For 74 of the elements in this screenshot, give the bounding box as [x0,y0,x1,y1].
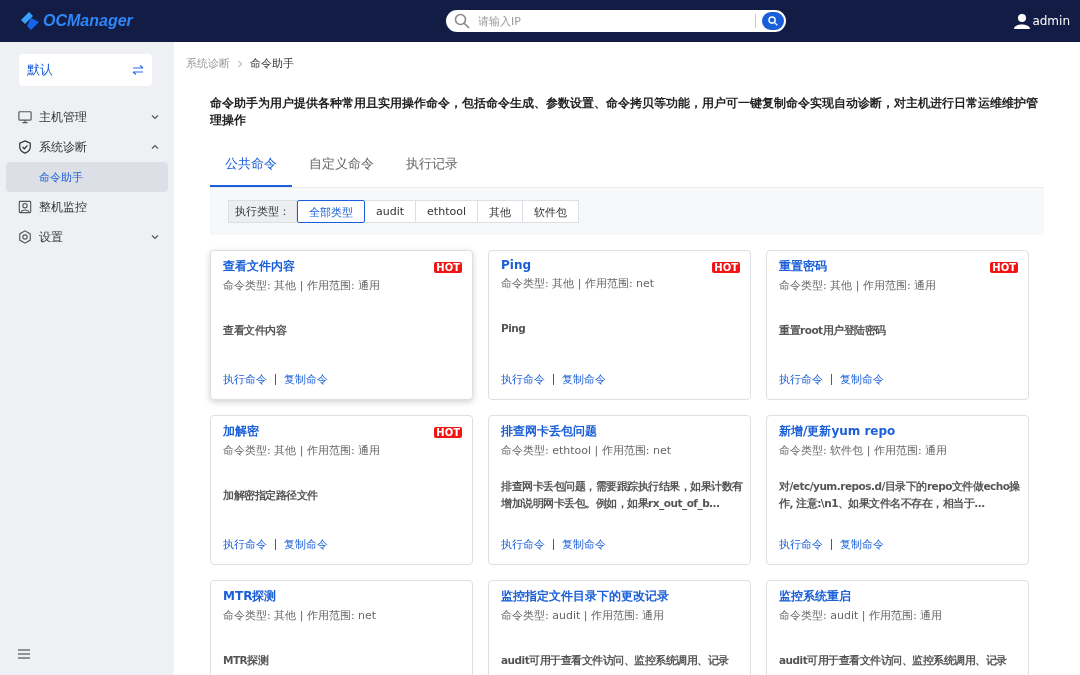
tab[interactable]: 自定义命令 [294,145,389,187]
card-description: Ping [501,320,526,336]
nav-subitem[interactable]: 命令助手 [6,162,168,192]
card-action-link[interactable]: 执行命令 [501,537,545,552]
card-title[interactable]: 查看文件内容 [223,258,295,275]
settings-icon [18,230,32,244]
card-meta: 命令类型: 其他 | 作用范围: net [223,608,378,623]
card-action-link[interactable]: 执行命令 [501,372,545,387]
filter-option[interactable]: 全部类型 [297,200,365,223]
search-icon [454,13,470,29]
search-button[interactable] [762,12,784,30]
card-action-link[interactable]: 复制命令 [840,537,884,552]
card-action-link[interactable]: 复制命令 [284,372,328,387]
search-field[interactable]: 请输入IP [446,10,786,32]
filter-option[interactable]: ethtool [416,200,478,223]
hot-badge: HOT [434,262,462,273]
hot-badge: HOT [990,262,1018,273]
shield-check-icon [18,140,32,154]
logo-icon [20,11,40,31]
card-title[interactable]: 监控系统重启 [779,588,851,605]
card-description: 重置root用户登陆密码 [779,322,886,338]
card-description: 加解密指定路径文件 [223,487,318,503]
card-action-link[interactable]: 复制命令 [284,537,328,552]
nav-item[interactable]: 设置 [0,222,174,252]
card-action-link[interactable]: 执行命令 [779,372,823,387]
app-logo: OCManager [43,12,133,30]
swap-icon [132,64,144,76]
nav-item[interactable]: 整机监控 [0,192,174,222]
breadcrumb-item: 命令助手 [250,56,294,71]
card-meta: 命令类型: 其他 | 作用范围: net [501,276,656,291]
card-action-link[interactable]: 复制命令 [840,372,884,387]
portrait-icon [18,200,32,214]
card-title[interactable]: Ping [501,258,532,272]
card-meta: 命令类型: audit | 作用范围: 通用 [779,608,944,623]
card-meta: 命令类型: 其他 | 作用范围: 通用 [779,278,938,293]
card-meta: 命令类型: 其他 | 作用范围: 通用 [223,278,382,293]
card-title[interactable]: 排查网卡丢包问题 [501,423,597,440]
nav-item[interactable]: 系统诊断 [0,132,174,162]
card-description: audit可用于查看文件访问、监控系统调用、记录 [501,652,729,668]
card-title[interactable]: 加解密 [223,423,259,440]
card-action-link[interactable]: 执行命令 [223,537,267,552]
monitor-icon [18,110,32,124]
filter-option[interactable]: 其他 [477,200,523,223]
card-meta: 命令类型: audit | 作用范围: 通用 [501,608,666,623]
card-description: 查看文件内容 [223,322,286,338]
card-title[interactable]: MTR探测 [223,588,277,605]
filter-option[interactable]: 软件包 [522,200,579,223]
workspace-switcher[interactable]: 默认 [19,54,152,86]
user-icon [1014,13,1031,29]
chevron-right-icon [236,59,244,68]
hot-badge: HOT [434,427,462,438]
card-action-link[interactable]: 复制命令 [562,372,606,387]
user-name[interactable]: admin [1032,14,1070,28]
tab[interactable]: 执行记录 [391,145,473,187]
card-meta: 命令类型: ethtool | 作用范围: net [501,443,673,458]
filter-label: 执行类型： [228,200,297,223]
card-description: MTR探测 [223,652,269,668]
card-action-link[interactable]: 执行命令 [779,537,823,552]
card-title[interactable]: 监控指定文件目录下的更改记录 [501,588,669,605]
card-meta: 命令类型: 其他 | 作用范围: 通用 [223,443,382,458]
card-description: audit可用于查看文件访问、监控系统调用、记录 [779,652,1007,668]
card-description: 对/etc/yum.repos.d/目录下的repo文件做echo操作, 注意:\n1、如果文件名不存在，相当于… [779,479,1021,511]
card-title[interactable]: 重置密码 [779,258,827,275]
card-meta: 命令类型: 软件包 | 作用范围: 通用 [779,443,949,458]
hot-badge: HOT [712,262,740,273]
nav-item[interactable]: 主机管理 [0,102,174,132]
card-action-link[interactable]: 执行命令 [223,372,267,387]
search-icon [768,16,778,26]
card-description: 排查网卡丢包问题，需要跟踪执行结果，如果计数有增加说明网卡丢包。例如，如果rx_out_of_b… [501,479,744,512]
page-description: 命令助手为用户提供各种常用且实用操作命令，包括命令生成、参数设置、命令拷贝等功能，用户可一键复制命令实现自动诊断，对主机进行日常运维维护管理操作 [210,95,1039,129]
card-action-link[interactable]: 复制命令 [562,537,606,552]
menu-icon[interactable] [18,649,30,659]
card-title[interactable]: 新增/更新yum repo [779,423,896,440]
filter-option[interactable]: audit [365,200,417,223]
